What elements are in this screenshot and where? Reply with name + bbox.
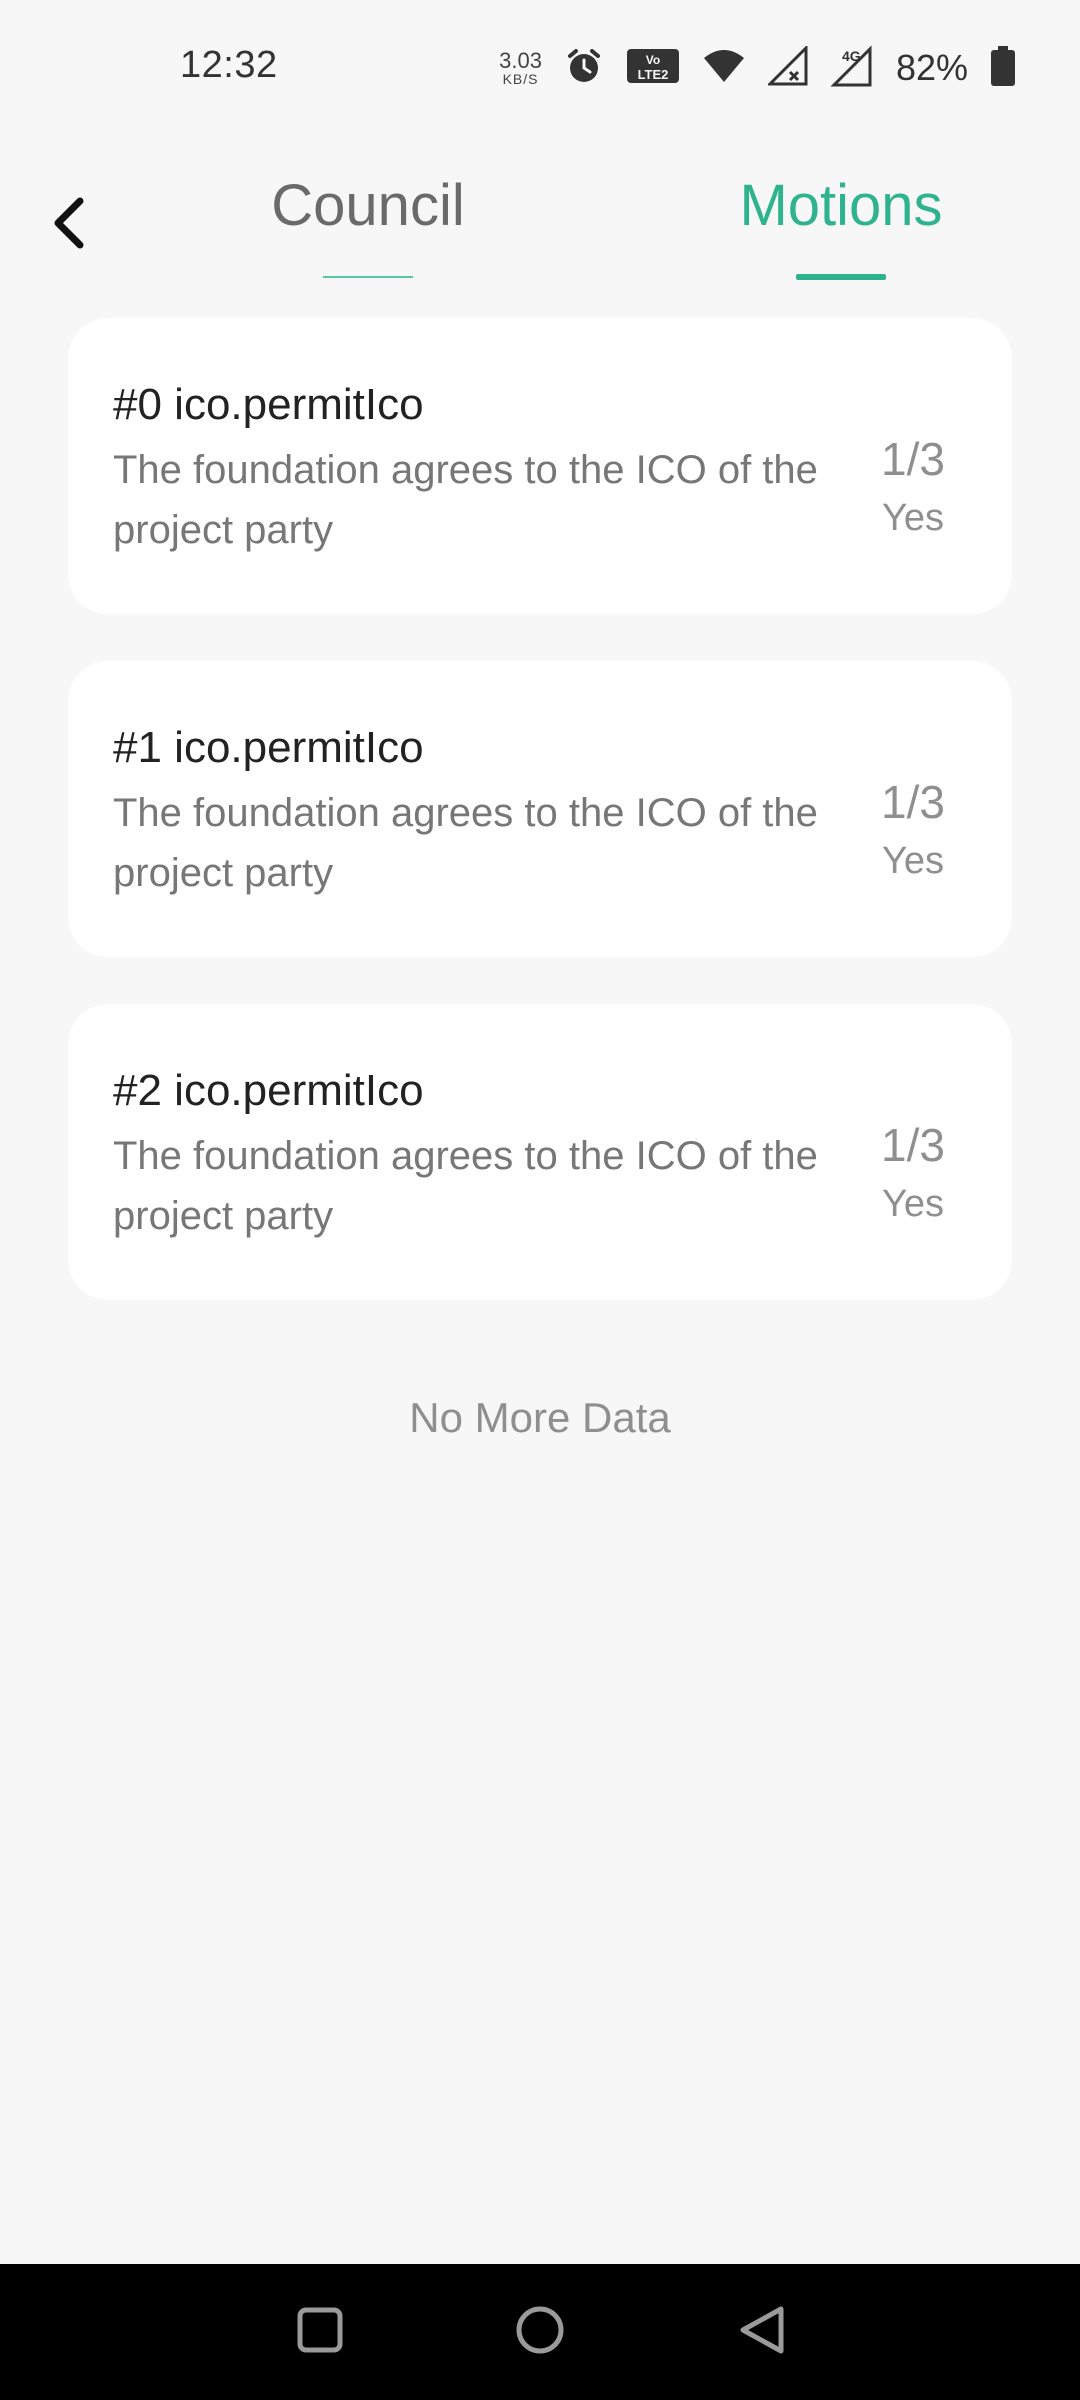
motion-vote: 1/3 Yes bbox=[858, 1114, 968, 1232]
chevron-left-icon bbox=[48, 195, 88, 256]
vote-status: Yes bbox=[882, 497, 944, 539]
status-icons: 3.03 KB/S Vo LTE2 4G 82% bbox=[499, 40, 1016, 96]
back-nav-button[interactable] bbox=[722, 2292, 802, 2372]
vote-status: Yes bbox=[882, 1183, 944, 1225]
tab-motions-indicator bbox=[796, 274, 886, 280]
vote-count: 1/3 bbox=[881, 1119, 945, 1171]
header: Council Motions bbox=[0, 150, 1080, 290]
home-circle-icon bbox=[513, 2303, 567, 2362]
back-triangle-icon bbox=[735, 2303, 789, 2362]
recents-button[interactable] bbox=[280, 2292, 360, 2372]
signal-icon bbox=[766, 43, 808, 91]
tab-motions-label: Motions bbox=[739, 173, 943, 238]
motion-card[interactable]: #0 ico.permitIco The foundation agrees t… bbox=[68, 318, 1012, 614]
no-more-data-label: No More Data bbox=[409, 1394, 671, 1441]
back-button[interactable] bbox=[40, 190, 96, 260]
svg-text:LTE2: LTE2 bbox=[638, 67, 669, 82]
motion-list: #0 ico.permitIco The foundation agrees t… bbox=[68, 318, 1012, 1347]
motion-vote: 1/3 Yes bbox=[858, 771, 968, 889]
motion-description: The foundation agrees to the ICO of the … bbox=[113, 791, 818, 895]
motion-title: #2 ico.permitIco bbox=[113, 1066, 424, 1115]
vote-status: Yes bbox=[882, 840, 944, 882]
motion-title: #0 ico.permitIco bbox=[113, 380, 424, 429]
motion-vote: 1/3 Yes bbox=[858, 428, 968, 546]
vote-count: 1/3 bbox=[881, 433, 945, 485]
tab-motions[interactable]: Motions bbox=[724, 170, 958, 280]
status-time: 12:32 bbox=[180, 44, 278, 86]
svg-text:Vo: Vo bbox=[646, 53, 660, 67]
battery-percent: 82% bbox=[895, 47, 968, 88]
tab-council[interactable]: Council bbox=[258, 170, 478, 280]
home-button[interactable] bbox=[500, 2292, 580, 2372]
wifi-icon bbox=[702, 48, 746, 89]
motion-card[interactable]: #2 ico.permitIco The foundation agrees t… bbox=[68, 1004, 1012, 1300]
svg-text:4G: 4G bbox=[842, 48, 861, 64]
alarm-icon bbox=[564, 46, 604, 91]
volte-icon: Vo LTE2 bbox=[626, 46, 680, 91]
network-speed-unit: KB/S bbox=[502, 71, 539, 87]
vote-count: 1/3 bbox=[881, 776, 945, 828]
motion-description: The foundation agrees to the ICO of the … bbox=[113, 448, 818, 552]
status-bar: 12:32 3.03 KB/S Vo LTE2 4G 82% bbox=[0, 0, 1080, 136]
motion-title: #1 ico.permitIco bbox=[113, 723, 424, 772]
battery-icon bbox=[990, 45, 1016, 92]
motion-card[interactable]: #1 ico.permitIco The foundation agrees t… bbox=[68, 661, 1012, 957]
navigation-bar bbox=[0, 2264, 1080, 2400]
recents-square-icon bbox=[295, 2305, 345, 2360]
tab-council-label: Council bbox=[271, 173, 465, 238]
signal-4g-icon: 4G bbox=[830, 44, 874, 92]
network-speed: 3.03 KB/S bbox=[499, 48, 542, 87]
tab-council-indicator bbox=[323, 276, 413, 278]
network-speed-value: 3.03 bbox=[499, 48, 542, 73]
motion-description: The foundation agrees to the ICO of the … bbox=[113, 1134, 818, 1238]
